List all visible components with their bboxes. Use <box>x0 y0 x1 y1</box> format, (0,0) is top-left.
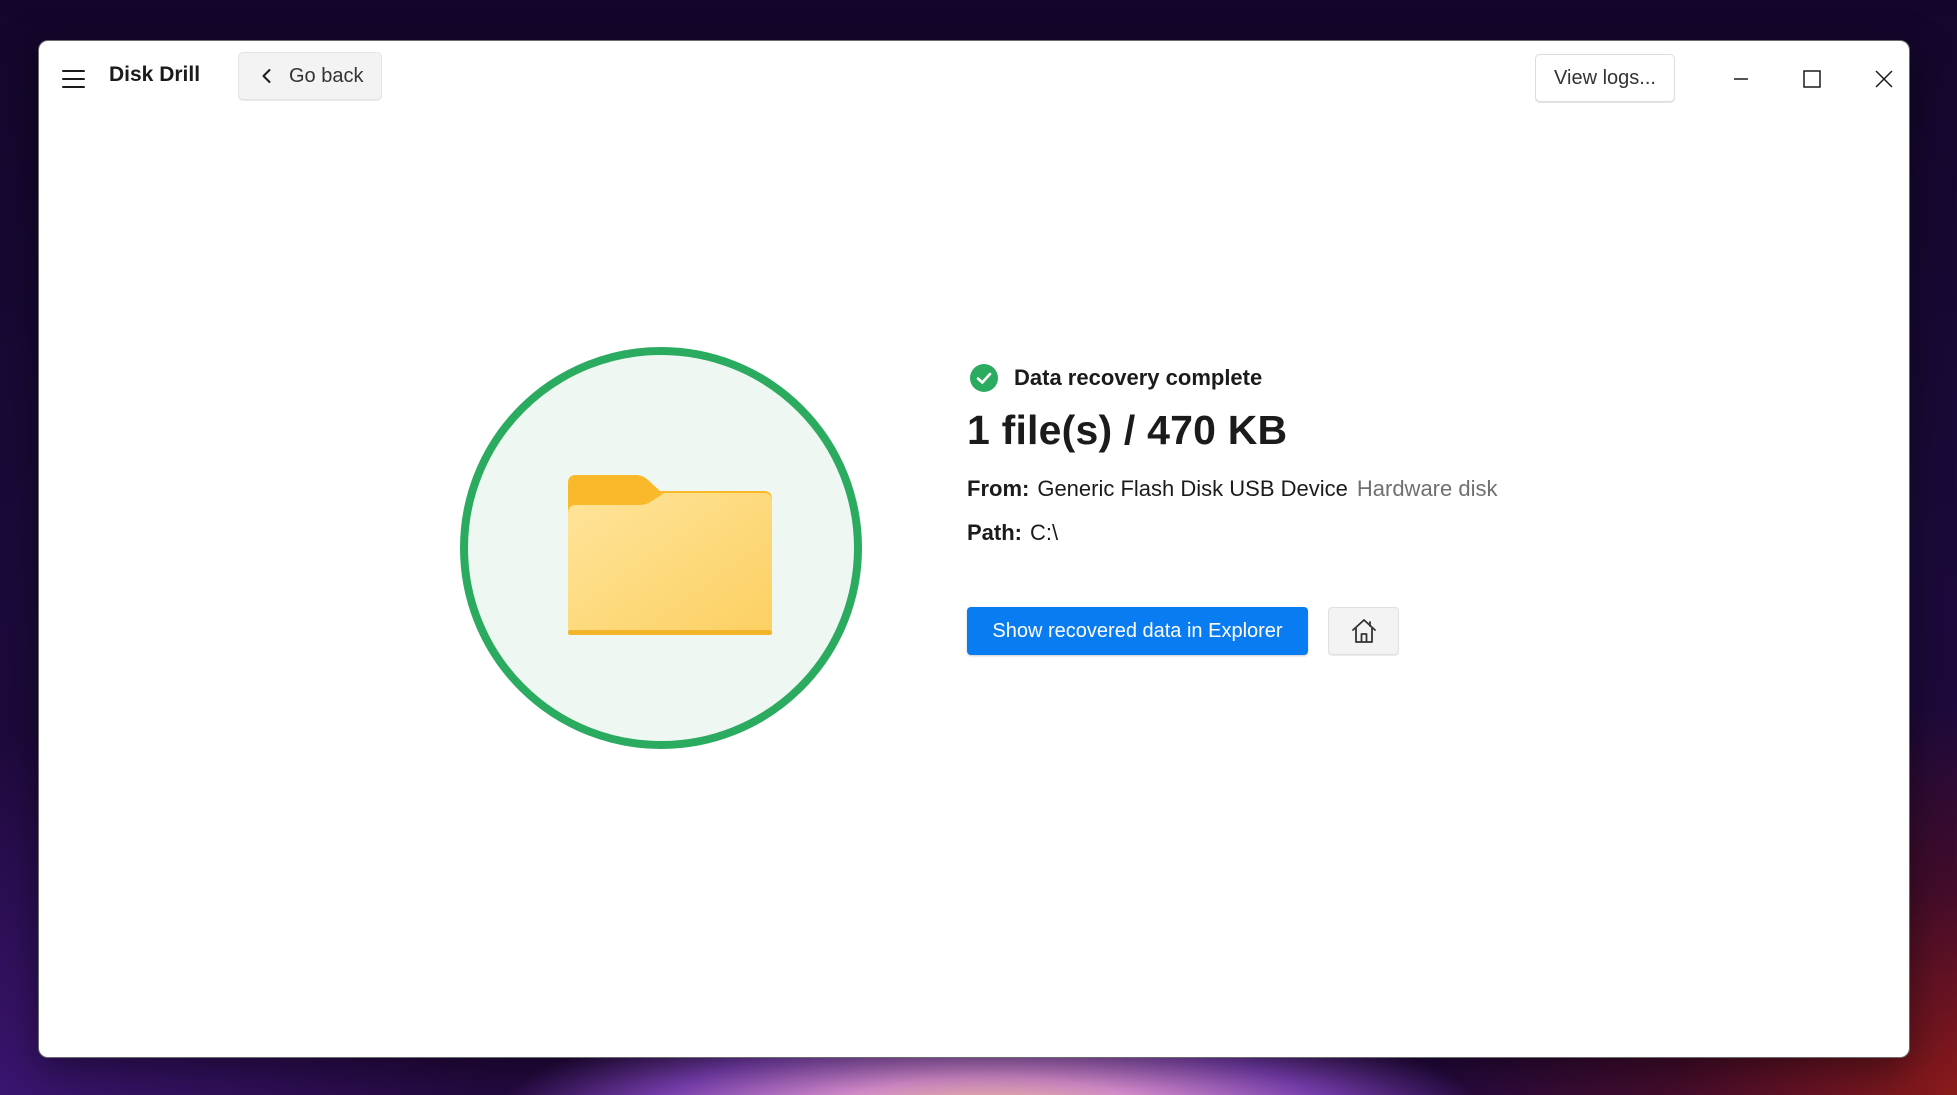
path-value: C:\ <box>1030 520 1059 545</box>
source-device: Generic Flash Disk USB Device <box>1037 476 1348 501</box>
result-illustration <box>460 347 862 749</box>
go-back-button[interactable]: Go back <box>238 52 382 100</box>
minimize-icon <box>1734 78 1748 80</box>
path-label: Path: <box>967 520 1022 545</box>
hamburger-icon[interactable] <box>53 61 93 97</box>
status-text: Data recovery complete <box>1014 365 1263 390</box>
close-button[interactable] <box>1856 51 1909 107</box>
home-button[interactable] <box>1328 607 1399 655</box>
app-window: Disk Drill Go back View logs... Data rec… <box>38 40 1910 1058</box>
check-circle-icon <box>970 364 998 392</box>
close-icon <box>1875 70 1893 88</box>
source-type: Hardware disk <box>1356 476 1498 501</box>
minimize-button[interactable] <box>1713 51 1769 107</box>
folder-icon <box>568 475 772 635</box>
content-area: Data recovery complete 1 file(s) / 470 K… <box>39 116 1909 1057</box>
chevron-left-icon <box>262 69 271 83</box>
actions-row: Show recovered data in Explorer <box>967 607 1399 655</box>
recovery-summary: 1 file(s) / 470 KB <box>967 407 1288 453</box>
home-icon <box>1351 619 1376 643</box>
status-row: Data recovery complete <box>967 361 1667 395</box>
app-title: Disk Drill <box>109 63 201 86</box>
result-info: Data recovery complete 1 file(s) / 470 K… <box>967 361 1667 655</box>
view-logs-button[interactable]: View logs... <box>1535 54 1675 102</box>
go-back-label: Go back <box>289 64 364 87</box>
maximize-button[interactable] <box>1784 51 1840 107</box>
source-line: From: Generic Flash Disk USB Device Hard… <box>967 472 1667 506</box>
title-bar: Disk Drill Go back View logs... <box>39 41 1909 116</box>
from-label: From: <box>967 476 1030 501</box>
show-in-explorer-button[interactable]: Show recovered data in Explorer <box>967 607 1308 655</box>
path-line: Path: C:\ <box>967 516 1667 550</box>
maximize-icon <box>1803 70 1821 88</box>
